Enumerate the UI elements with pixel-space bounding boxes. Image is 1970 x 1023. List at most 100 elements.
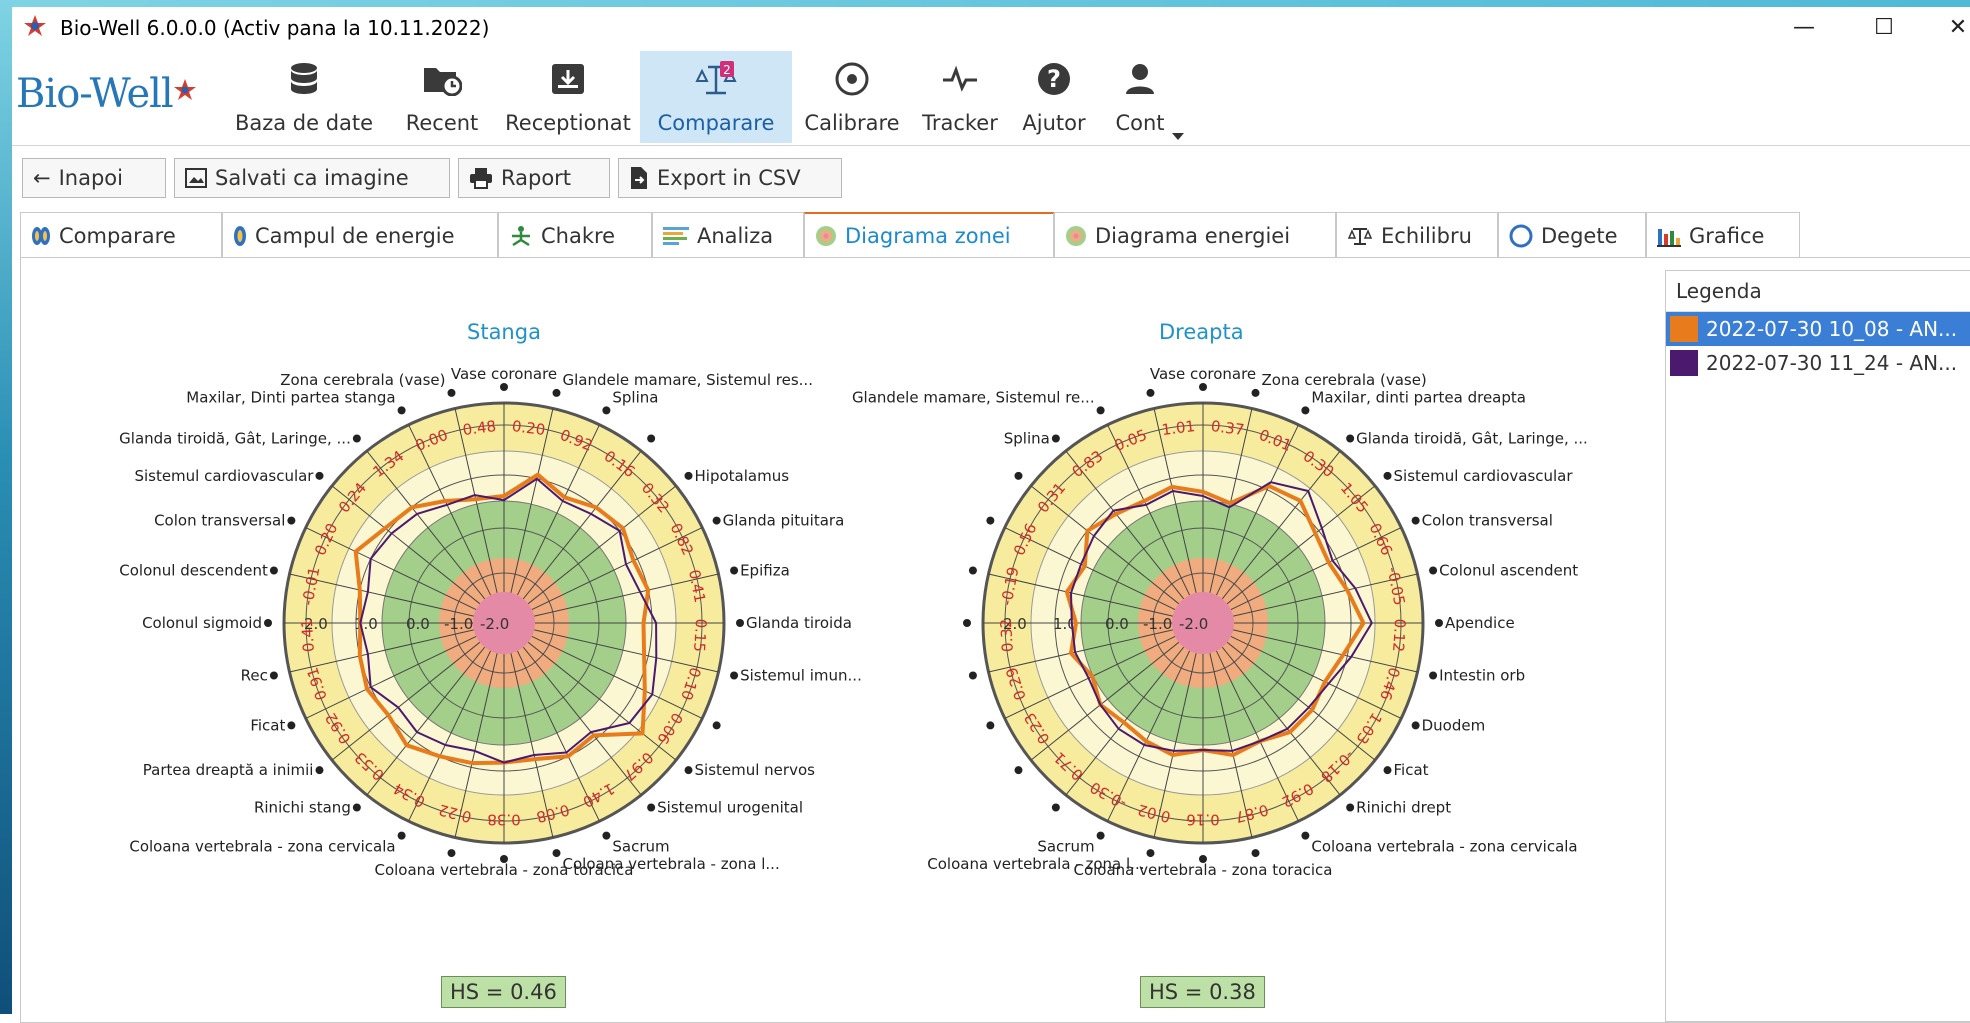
legend-item[interactable]: 2022-07-30 11_24 - AN... <box>1666 346 1970 380</box>
zone-dot <box>397 406 406 415</box>
zone-dot <box>1251 388 1260 397</box>
balance-icon <box>1347 227 1373 245</box>
zone-dot <box>1051 803 1060 812</box>
value-label: 0.15 <box>690 618 710 652</box>
back-button[interactable]: ← Inapoi <box>22 158 166 198</box>
tab-label: Analiza <box>697 223 774 248</box>
energy-diagram-icon <box>1066 225 1086 246</box>
zone-dot <box>1051 434 1060 443</box>
printer-icon <box>470 168 492 189</box>
double-aura-icon <box>32 226 50 245</box>
zone-dot <box>315 471 324 480</box>
tab-degete[interactable]: Degete <box>1498 212 1646 258</box>
zone-dot <box>1383 766 1392 775</box>
zone-label: Maxilar, Dinti partea stanga <box>186 388 395 406</box>
tab-chakre[interactable]: Chakre <box>498 212 652 258</box>
zone-label: Ficat <box>250 716 285 734</box>
zone-dot <box>269 671 278 680</box>
legend-label: 2022-07-30 10_08 - AN... <box>1706 317 1958 341</box>
zone-dot <box>1301 406 1310 415</box>
zone-label: Colon transversal <box>1422 512 1553 530</box>
tab-diagrama-zonei[interactable]: Diagrama zonei <box>804 212 1054 258</box>
zone-diagram-icon <box>816 226 836 246</box>
zone-dot <box>264 619 272 627</box>
zone-dot <box>730 566 739 575</box>
zone-label: Coloana vertebrala - zona toracica <box>374 861 633 879</box>
minimize-button[interactable]: — <box>1784 11 1824 45</box>
tab-campul-de-energie[interactable]: Campul de energie <box>222 212 498 258</box>
zone-label: Vase coronare <box>1150 365 1256 383</box>
value-label: 0.41 <box>298 618 318 652</box>
toolbar-label: Baza de date <box>234 111 374 135</box>
image-icon <box>185 168 207 188</box>
zone-dot <box>269 566 278 575</box>
bio-well-logo: Bio-Well <box>16 71 174 117</box>
svg-text:?: ? <box>1047 65 1061 93</box>
zone-dot <box>968 671 977 680</box>
window-title: Bio-Well 6.0.0.0 (Activ pana la 10.11.20… <box>60 16 490 40</box>
back-label: Inapoi <box>58 166 123 190</box>
scale-label: -1.0 <box>444 615 473 633</box>
balance-scale-icon: 2 <box>695 61 737 95</box>
maximize-button[interactable]: ☐ <box>1864 11 1904 45</box>
zone-dot <box>712 721 721 730</box>
zone-label: Zona cerebrala (vase) <box>1262 371 1427 389</box>
zone-label: Coloana vertebrala - zona l... <box>927 855 1144 873</box>
zone-label: Colonul sigmoid <box>142 614 262 632</box>
export-csv-button[interactable]: Export in CSV <box>618 158 842 198</box>
tab-diagrama-energiei[interactable]: Diagrama energiei <box>1054 212 1336 258</box>
toolbar-cont[interactable]: Cont <box>1100 51 1184 143</box>
zone-dot <box>1096 406 1105 415</box>
tab-echilibru[interactable]: Echilibru <box>1336 212 1498 258</box>
report-button[interactable]: Raport <box>458 158 610 198</box>
meditation-icon <box>512 225 530 246</box>
zone-label: Sistemul imun... <box>740 667 862 685</box>
legend-label: 2022-07-30 11_24 - AN... <box>1706 351 1958 375</box>
zone-dot <box>287 721 296 730</box>
toolbar-label: Ajutor <box>1022 111 1086 135</box>
hs-left: HS = 0.46 <box>441 976 566 1008</box>
save-image-button[interactable]: Salvati ca imagine <box>174 158 450 198</box>
zone-label: Hipotalamus <box>695 467 790 485</box>
zone-dot <box>684 766 693 775</box>
zone-label: Sacrum <box>1037 838 1094 856</box>
toolbar-comparare[interactable]: 2 Comparare <box>640 51 792 143</box>
close-button[interactable]: ✕ <box>1938 11 1970 45</box>
chevron-down-icon[interactable] <box>1172 133 1184 141</box>
zone-label: Glanda tiroidă, Gât, Laringe, ... <box>1356 429 1588 447</box>
tab-analiza[interactable]: Analiza <box>652 212 804 258</box>
zone-label: Coloana vertebrala - zona cervicala <box>1311 838 1577 856</box>
toolbar-calibrare[interactable]: Calibrare <box>798 51 906 143</box>
desktop-top-edge <box>0 0 1970 7</box>
main-toolbar: Bio-Well Baza de date Recent Receptionat… <box>12 51 1970 146</box>
zone-dot <box>1096 831 1105 840</box>
app-logo-icon <box>24 15 46 36</box>
zone-label: Colonul descendent <box>119 561 268 579</box>
tab-label: Comparare <box>59 223 176 248</box>
tab-comparare[interactable]: Comparare <box>20 212 222 258</box>
zone-dot <box>1199 383 1207 391</box>
zone-label: Colon transversal <box>154 512 285 530</box>
zone-dot <box>647 434 656 443</box>
toolbar-recent[interactable]: Recent <box>392 51 492 143</box>
legend-swatch <box>1670 350 1698 376</box>
toolbar-baza-de-date[interactable]: Baza de date <box>222 51 386 143</box>
tab-grafice[interactable]: Grafice <box>1646 212 1800 258</box>
legend-item[interactable]: 2022-07-30 10_08 - AN... <box>1666 312 1970 346</box>
zone-dot <box>1301 831 1310 840</box>
toolbar-tracker[interactable]: Tracker <box>912 51 1008 143</box>
user-icon <box>1126 64 1154 94</box>
legend-swatch <box>1670 316 1698 342</box>
target-icon <box>835 62 869 96</box>
zone-label: Rinichi stang <box>254 799 351 817</box>
zone-dot <box>500 383 508 391</box>
zone-dot <box>986 721 995 730</box>
toolbar-ajutor[interactable]: ? Ajutor <box>1014 51 1094 143</box>
toolbar-receptionat[interactable]: Receptionat <box>496 51 640 143</box>
inbox-download-icon <box>552 64 584 94</box>
arrow-left-icon: ← <box>33 166 51 190</box>
zone-dot <box>447 388 456 397</box>
database-icon <box>291 63 317 94</box>
zone-label: Zona cerebrala (vase) <box>280 371 445 389</box>
zone-dot <box>1146 849 1155 858</box>
